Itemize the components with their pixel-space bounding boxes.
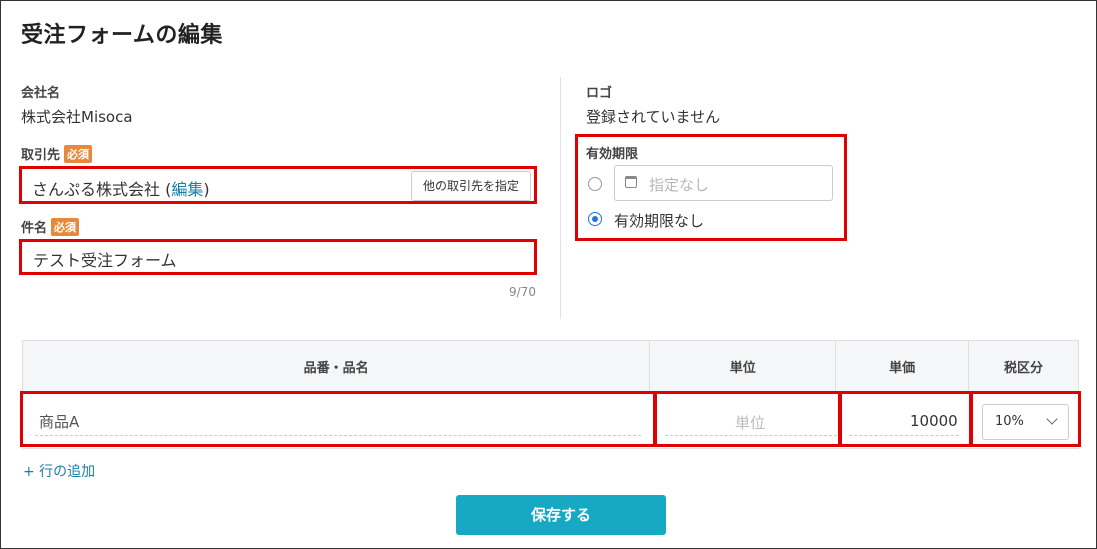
order-form-edit-page: 受注フォームの編集 会社名 株式会社Misoca 取引先 必須 さんぷる株式会社 … [0, 0, 1097, 549]
highlight-unit-price [839, 391, 972, 447]
column-divider [560, 77, 561, 319]
highlight-unit [654, 391, 841, 447]
header-unit: 単位 [649, 340, 837, 392]
logo-value: 登録されていません [586, 108, 721, 126]
company-label: 会社名 [21, 86, 61, 101]
required-badge: 必須 [64, 145, 93, 163]
header-unit-price: 単価 [835, 340, 970, 392]
page-title: 受注フォームの編集 [21, 23, 223, 48]
subject-char-counter: 9/70 [509, 285, 536, 299]
add-row-link[interactable]: + 行の追加 [23, 461, 95, 481]
highlight-item-name [20, 391, 656, 447]
subject-label: 件名 必須 [21, 217, 80, 236]
highlight-client [19, 166, 537, 204]
company-value: 株式会社Misoca [21, 108, 133, 126]
client-label: 取引先 必須 [21, 144, 93, 163]
client-label-text: 取引先 [21, 148, 61, 163]
highlight-subject [19, 239, 537, 275]
table-header-row: 品番・品名 単位 単価 税区分 [21, 340, 1079, 392]
header-item-name: 品番・品名 [21, 340, 651, 392]
subject-label-text: 件名 [21, 221, 48, 236]
logo-label: ロゴ [586, 86, 613, 101]
highlight-tax [970, 391, 1081, 447]
save-button[interactable]: 保存する [456, 495, 666, 535]
header-tax: 税区分 [968, 340, 1079, 392]
required-badge: 必須 [51, 218, 80, 236]
highlight-expiry [575, 134, 847, 241]
